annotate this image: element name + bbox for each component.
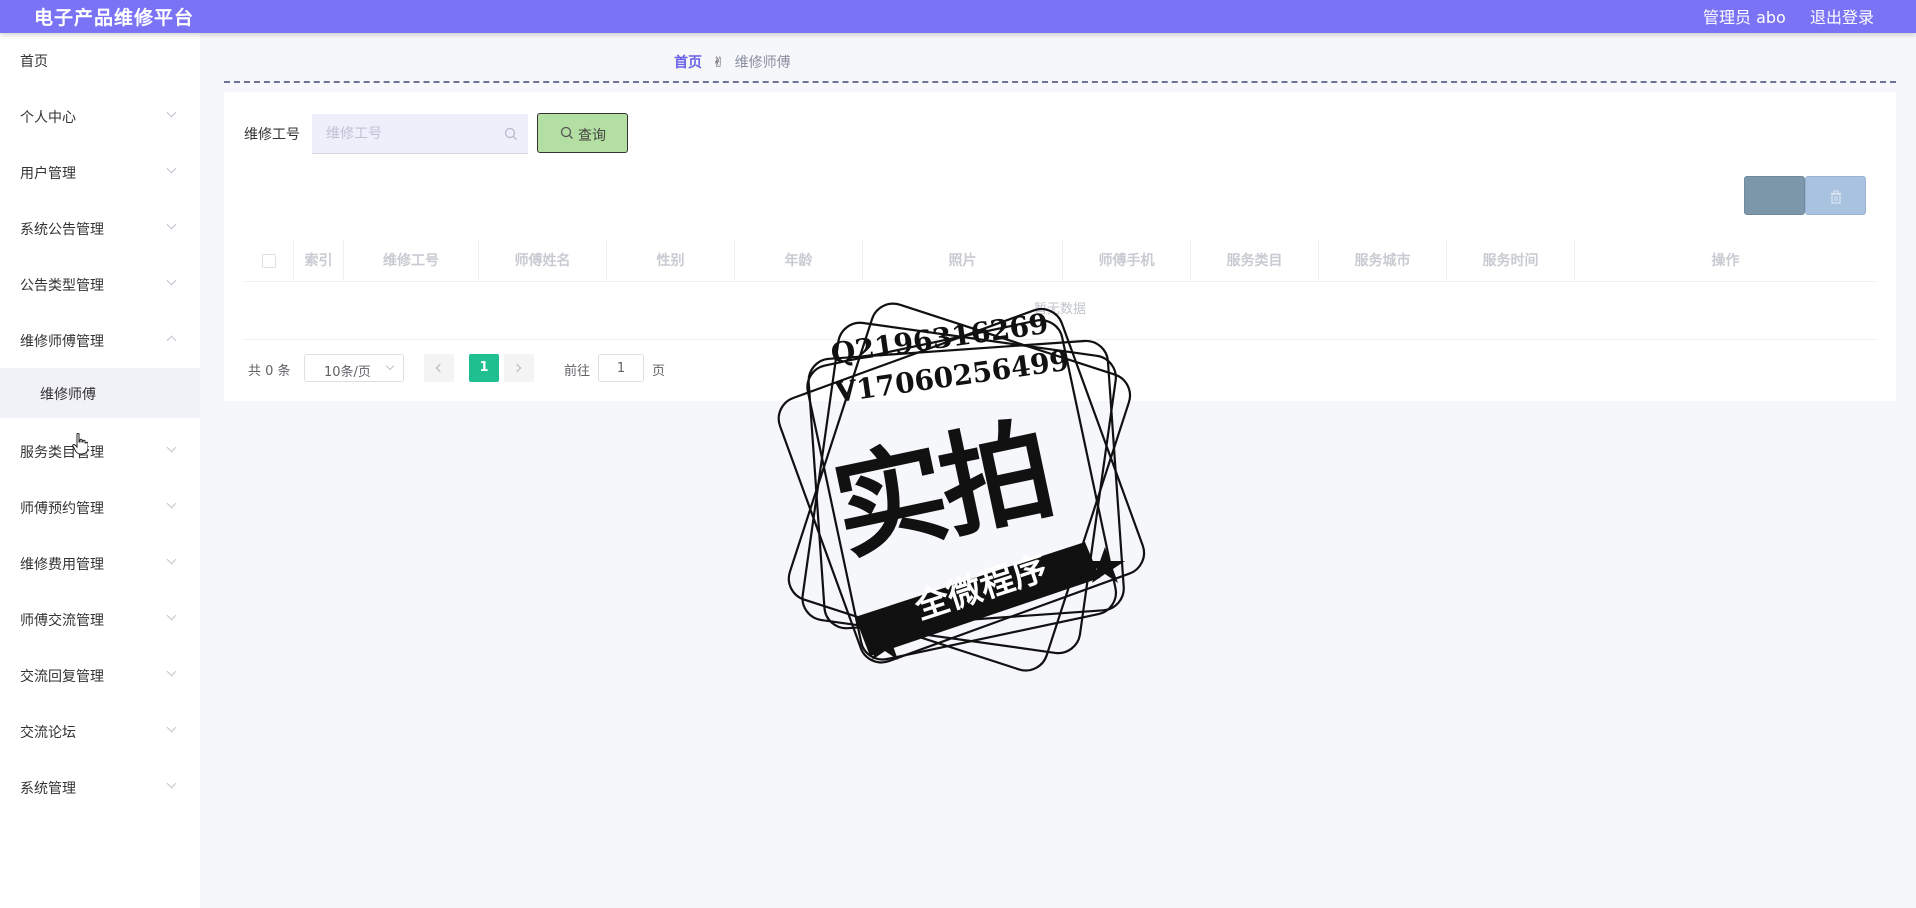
sidebar: 首页 个人中心 用户管理 系统公告管理 公告类型管理 维修师傅管理 维修师傅 服…: [0, 33, 200, 908]
column-header-repair-id: 维修工号: [344, 240, 479, 282]
header-select-cell: [244, 240, 294, 282]
column-header-service-category: 服务类目: [1191, 240, 1319, 282]
chevron-down-icon: [166, 442, 177, 453]
breadcrumb-current: 维修师傅: [734, 55, 791, 71]
sidebar-item-label: 个人中心: [20, 110, 76, 126]
query-button[interactable]: 查询: [537, 113, 628, 153]
chevron-down-icon: [166, 666, 177, 677]
page-size-select[interactable]: 10条/页: [304, 354, 404, 382]
sidebar-item-label: 系统管理: [20, 781, 76, 797]
select-all-checkbox[interactable]: [262, 254, 276, 268]
search-icon: [560, 126, 574, 144]
goto-label: 前往: [564, 364, 591, 379]
column-header-gender: 性别: [607, 240, 735, 282]
chevron-down-icon: [385, 361, 395, 371]
column-header-service-time: 服务时间: [1447, 240, 1575, 282]
sidebar-item-label: 首页: [20, 54, 48, 70]
sidebar-item-label: 维修费用管理: [20, 557, 104, 573]
sidebar-item-label: 交流论坛: [20, 725, 76, 741]
column-header-service-city: 服务城市: [1319, 240, 1447, 282]
add-button[interactable]: [1744, 176, 1805, 215]
chevron-down-icon: [166, 554, 177, 565]
sidebar-item-announcements[interactable]: 系统公告管理: [0, 201, 200, 257]
chevron-left-icon: [435, 363, 445, 373]
chevron-up-icon: [166, 335, 177, 346]
column-header-actions: 操作: [1711, 253, 1740, 269]
watermark-stamp: Q2196316269 V17060256499 实拍 全微程序: [740, 262, 1180, 702]
chevron-down-icon: [166, 778, 177, 789]
chevron-down-icon: [166, 107, 177, 118]
sidebar-item-label: 维修师傅管理: [20, 334, 104, 350]
search-label: 维修工号: [244, 127, 300, 143]
sidebar-item-label: 用户管理: [20, 166, 76, 182]
sidebar-item-repair-fees[interactable]: 维修费用管理: [0, 536, 200, 592]
chevron-down-icon: [166, 275, 177, 286]
sidebar-item-service-categories[interactable]: 服务类目管理: [0, 424, 200, 480]
sidebar-item-forum[interactable]: 交流论坛: [0, 704, 200, 760]
sidebar-item-system[interactable]: 系统管理: [0, 760, 200, 816]
chevron-right-icon: [512, 363, 522, 373]
sidebar-item-appointments[interactable]: 师傅预约管理: [0, 480, 200, 536]
query-button-label: 查询: [578, 128, 606, 144]
sidebar-item-home[interactable]: 首页: [0, 33, 200, 89]
sidebar-item-personal-center[interactable]: 个人中心: [0, 89, 200, 145]
prev-page-button[interactable]: [424, 354, 454, 382]
column-header-index: 索引: [294, 240, 344, 282]
sidebar-item-replies[interactable]: 交流回复管理: [0, 648, 200, 704]
chevron-down-icon: [166, 219, 177, 230]
breadcrumb-divider: [224, 81, 1896, 83]
trash-icon: [1829, 189, 1843, 208]
page-size-value: 10条/页: [324, 365, 371, 380]
chevron-down-icon: [166, 610, 177, 621]
app-title: 电子产品维修平台: [34, 7, 195, 29]
sidebar-item-label: 系统公告管理: [20, 222, 104, 238]
sidebar-item-label: 师傅交流管理: [20, 613, 104, 629]
sidebar-subitem-technician[interactable]: 维修师傅: [0, 368, 200, 418]
chevron-down-icon: [166, 498, 177, 509]
sidebar-item-label: 师傅预约管理: [20, 501, 104, 517]
chevron-down-icon: [166, 722, 177, 733]
hand-icon: ✌: [712, 55, 725, 71]
search-input[interactable]: [312, 114, 528, 154]
next-page-button[interactable]: [504, 354, 534, 382]
sidebar-item-label: 公告类型管理: [20, 278, 104, 294]
current-user: 管理员 abo: [1703, 8, 1786, 27]
mouse-cursor-icon: [72, 432, 89, 459]
sidebar-item-users[interactable]: 用户管理: [0, 145, 200, 201]
logout-link[interactable]: 退出登录: [1810, 4, 1874, 28]
goto-page-input[interactable]: [598, 354, 644, 382]
breadcrumb-home[interactable]: 首页: [674, 55, 702, 71]
sidebar-subitem-label: 维修师傅: [40, 387, 96, 403]
breadcrumb: 首页 ✌ 维修师傅: [674, 52, 791, 72]
top-header: 电子产品维修平台 管理员 abo 退出登录: [0, 0, 1916, 33]
sidebar-item-label: 交流回复管理: [20, 669, 104, 685]
search-icon: [504, 126, 518, 145]
chevron-down-icon: [166, 163, 177, 174]
pagination-total: 共 0 条: [248, 364, 291, 379]
sidebar-item-label: 服务类目管理: [20, 445, 104, 461]
delete-button[interactable]: [1805, 176, 1866, 215]
sidebar-item-technicians[interactable]: 维修师傅管理: [0, 313, 200, 369]
sidebar-item-announcement-types[interactable]: 公告类型管理: [0, 257, 200, 313]
page-number-current[interactable]: 1: [469, 354, 499, 382]
page-suffix: 页: [652, 364, 666, 379]
column-header-technician-name: 师傅姓名: [479, 240, 607, 282]
sidebar-item-technician-exchange[interactable]: 师傅交流管理: [0, 592, 200, 648]
